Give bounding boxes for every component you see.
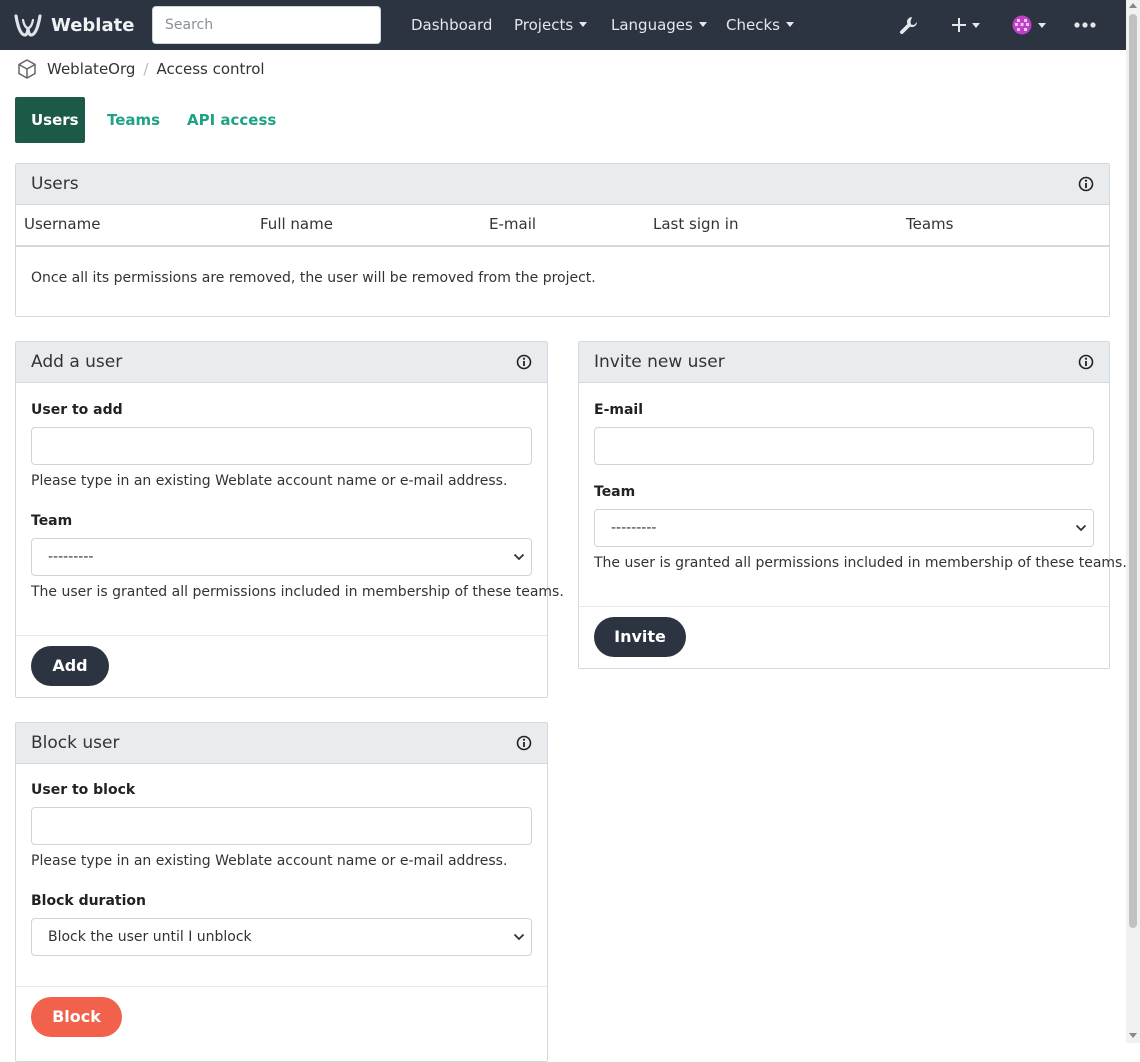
breadcrumb: WeblateOrg / Access control xyxy=(16,58,265,80)
user-menu-dropdown[interactable] xyxy=(1012,14,1046,36)
nav-languages-label: Languages xyxy=(611,16,693,34)
invite-user-panel-title: Invite new user xyxy=(594,352,725,372)
user-to-block-help: Please type in an existing Weblate accou… xyxy=(31,853,508,869)
users-panel-header: Users xyxy=(16,164,1109,205)
brand-link[interactable]: Weblate xyxy=(14,12,134,38)
column-last-sign-in: Last sign in xyxy=(653,215,739,233)
tab-api-access[interactable]: API access xyxy=(171,97,292,143)
invite-user-panel: Invite new user E-mail Team --------- Th… xyxy=(578,341,1127,669)
more-icon[interactable] xyxy=(1074,21,1096,29)
scroll-thumb[interactable] xyxy=(1129,14,1137,928)
tab-teams[interactable]: Teams xyxy=(91,97,176,143)
user-to-add-label: User to add xyxy=(31,402,123,418)
avatar xyxy=(1012,15,1032,35)
nav-dashboard-label: Dashboard xyxy=(411,16,493,34)
nav-checks-label: Checks xyxy=(726,16,780,34)
breadcrumb-current[interactable]: Access control xyxy=(156,60,264,78)
block-button[interactable]: Block xyxy=(31,997,122,1037)
brand-name: Weblate xyxy=(51,14,135,36)
add-user-panel-title: Add a user xyxy=(31,352,123,372)
team-select-value: --------- xyxy=(48,549,94,565)
block-duration-select[interactable]: Block the user until I unblock xyxy=(31,918,532,956)
weblate-logo-icon xyxy=(14,14,42,37)
page-scrollbar[interactable] xyxy=(1126,0,1140,1043)
chevron-down-icon xyxy=(785,22,794,27)
column-teams: Teams xyxy=(906,215,954,233)
breadcrumb-separator: / xyxy=(143,60,149,78)
nav-projects-dropdown[interactable]: Projects xyxy=(514,16,588,34)
top-navbar: Weblate Dashboard Projects Languages Che… xyxy=(0,0,1126,50)
user-to-add-help: Please type in an existing Weblate accou… xyxy=(31,473,508,489)
user-to-block-input[interactable] xyxy=(31,807,532,845)
organization-icon xyxy=(18,59,36,79)
scroll-down-arrow-icon[interactable] xyxy=(1129,1033,1137,1038)
block-user-panel-title: Block user xyxy=(31,733,120,753)
chevron-down-icon xyxy=(513,933,525,941)
panel-footer-divider xyxy=(16,635,547,636)
invite-team-select[interactable]: --------- xyxy=(594,509,1094,547)
chevron-down-icon xyxy=(579,22,588,27)
chevron-down-icon xyxy=(1038,22,1046,28)
plus-icon xyxy=(952,18,966,32)
team-select[interactable]: --------- xyxy=(31,538,532,576)
wrench-icon[interactable] xyxy=(898,15,920,37)
info-icon[interactable] xyxy=(1078,354,1094,370)
chevron-down-icon xyxy=(972,22,980,28)
nav-checks-dropdown[interactable]: Checks xyxy=(726,16,794,34)
users-panel-note: Once all its permissions are removed, th… xyxy=(31,270,596,286)
add-user-panel: Add a user User to add Please type in an… xyxy=(15,341,564,698)
info-icon[interactable] xyxy=(516,735,532,751)
block-duration-value: Block the user until I unblock xyxy=(48,929,252,945)
invite-team-help: The user is granted all permissions incl… xyxy=(594,555,1127,571)
column-username: Username xyxy=(24,215,101,233)
table-header-divider xyxy=(16,245,1109,247)
chevron-down-icon xyxy=(698,22,707,27)
users-panel: Users Once all its permissions are remov… xyxy=(15,163,1110,317)
invite-user-panel-header: Invite new user xyxy=(579,342,1109,383)
invite-team-select-value: --------- xyxy=(611,520,657,536)
email-label: E-mail xyxy=(594,402,644,418)
breadcrumb-org-link[interactable]: WeblateOrg xyxy=(47,60,135,78)
block-duration-label: Block duration xyxy=(31,893,146,909)
block-user-panel-header: Block user xyxy=(16,723,547,764)
chevron-down-icon xyxy=(513,553,525,561)
scroll-up-arrow-icon[interactable] xyxy=(1129,3,1137,8)
panel-footer-divider xyxy=(16,986,547,987)
invite-button[interactable]: Invite xyxy=(594,617,686,657)
user-to-block-label: User to block xyxy=(31,782,136,798)
search-input[interactable] xyxy=(152,6,381,44)
team-help: The user is granted all permissions incl… xyxy=(31,584,564,600)
panel-footer-divider xyxy=(579,606,1109,607)
invite-team-label: Team xyxy=(594,484,636,500)
user-to-add-input[interactable] xyxy=(31,427,532,465)
email-field[interactable] xyxy=(594,427,1094,465)
column-full-name: Full name xyxy=(260,215,333,233)
nav-projects-label: Projects xyxy=(514,16,574,34)
tab-users[interactable]: Users xyxy=(15,97,85,143)
users-panel-title: Users xyxy=(31,174,79,194)
nav-languages-dropdown[interactable]: Languages xyxy=(611,16,707,34)
add-button[interactable]: Add xyxy=(31,646,109,686)
info-icon[interactable] xyxy=(1078,176,1094,192)
team-label: Team xyxy=(31,513,73,529)
column-email: E-mail xyxy=(489,215,537,233)
info-icon[interactable] xyxy=(516,354,532,370)
add-user-panel-header: Add a user xyxy=(16,342,547,383)
chevron-down-icon xyxy=(1075,524,1087,532)
add-menu-dropdown[interactable] xyxy=(950,14,980,36)
nav-dashboard[interactable]: Dashboard xyxy=(411,16,492,34)
block-user-panel: Block user User to block Please type in … xyxy=(15,722,548,1062)
